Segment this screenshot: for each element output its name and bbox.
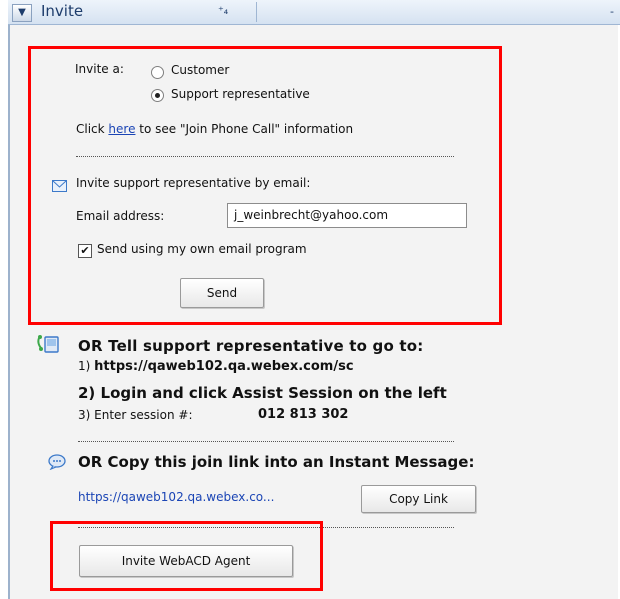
copy-heading: OR Copy this join link into an Instant M… xyxy=(78,453,475,471)
step-2: 2) Login and click Assist Session on the… xyxy=(78,384,447,402)
collapse-toggle-icon[interactable]: ▼ xyxy=(12,4,32,22)
tell-heading: OR Tell support representative to go to: xyxy=(78,337,424,355)
phone-computer-icon xyxy=(37,335,59,353)
join-link[interactable]: https://qaweb102.qa.webex.co... xyxy=(78,490,274,504)
minimize-icon[interactable]: - xyxy=(610,3,620,21)
pin-icon[interactable]: ⁺₄ xyxy=(218,4,228,17)
step-1: 1) https://qaweb102.qa.webex.com/sc xyxy=(78,359,354,374)
panel-titlebar: ▼ Invite ⁺₄ - xyxy=(8,0,620,25)
chat-bubble-icon xyxy=(48,454,66,470)
titlebar-separator xyxy=(256,2,257,22)
panel-title: Invite xyxy=(41,2,84,20)
copy-link-button[interactable]: Copy Link xyxy=(361,485,476,513)
invite-form-highlight xyxy=(28,46,502,325)
webacd-highlight xyxy=(50,521,323,591)
step-1-prefix: 1) xyxy=(78,359,91,373)
step-3-label: 3) Enter session #: xyxy=(78,408,193,422)
step-1-url: https://qaweb102.qa.webex.com/sc xyxy=(94,359,354,374)
session-number: 012 813 302 xyxy=(258,407,349,422)
divider xyxy=(78,441,454,442)
